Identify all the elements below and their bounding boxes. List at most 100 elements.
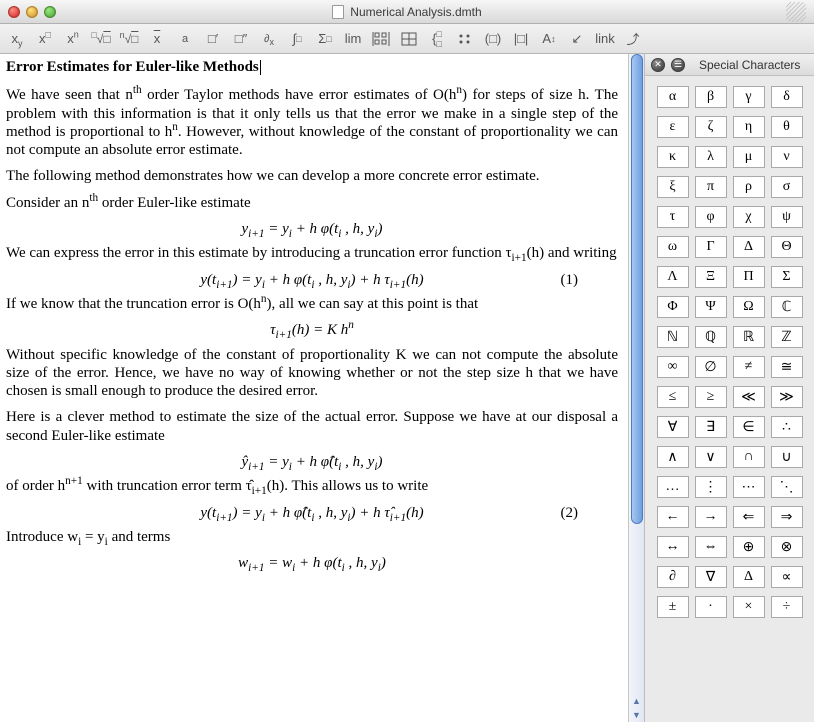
tool-matrix-icon[interactable] — [370, 29, 392, 49]
char-cell[interactable]: ∀ — [657, 416, 689, 438]
char-cell[interactable]: ± — [657, 596, 689, 618]
char-cell[interactable]: … — [657, 476, 689, 498]
char-cell[interactable]: κ — [657, 146, 689, 168]
tool-glyph2-icon[interactable]: ↙ — [566, 29, 588, 49]
char-cell[interactable]: ℕ — [657, 326, 689, 348]
close-window-button[interactable] — [8, 6, 20, 18]
char-cell[interactable]: ⇐ — [733, 506, 765, 528]
char-cell[interactable]: ∞ — [657, 356, 689, 378]
char-cell[interactable]: · — [695, 596, 727, 618]
char-cell[interactable]: ∪ — [771, 446, 803, 468]
char-cell[interactable]: × — [733, 596, 765, 618]
tool-partial-icon[interactable]: ∂x — [258, 29, 280, 49]
char-cell[interactable]: ≅ — [771, 356, 803, 378]
scroll-up-arrow-icon[interactable]: ▲ — [629, 694, 644, 708]
tool-cases2-icon[interactable] — [454, 29, 476, 49]
char-cell[interactable]: Φ — [657, 296, 689, 318]
char-cell[interactable]: ξ — [657, 176, 689, 198]
char-cell[interactable]: α — [657, 86, 689, 108]
char-cell[interactable]: ⊗ — [771, 536, 803, 558]
char-cell[interactable]: ∝ — [771, 566, 803, 588]
char-cell[interactable]: τ — [657, 206, 689, 228]
char-cell[interactable]: ⊕ — [733, 536, 765, 558]
tool-link[interactable]: link — [594, 29, 616, 49]
tool-root-n-icon[interactable]: n√□ — [118, 29, 140, 49]
char-cell[interactable]: π — [695, 176, 727, 198]
titlebar-pill[interactable] — [786, 2, 806, 22]
char-cell[interactable]: ∩ — [733, 446, 765, 468]
char-cell[interactable]: ℚ — [695, 326, 727, 348]
char-cell[interactable]: ⇔ — [695, 536, 727, 558]
char-cell[interactable]: ÷ — [771, 596, 803, 618]
tool-frac-icon[interactable]: a — [174, 29, 196, 49]
char-cell[interactable]: ⋱ — [771, 476, 803, 498]
char-cell[interactable]: ∴ — [771, 416, 803, 438]
scrollbar-thumb[interactable] — [631, 54, 643, 524]
char-cell[interactable]: ∂ — [657, 566, 689, 588]
char-cell[interactable]: ρ — [733, 176, 765, 198]
char-cell[interactable]: ω — [657, 236, 689, 258]
char-cell[interactable]: ≤ — [657, 386, 689, 408]
char-cell[interactable]: ⇒ — [771, 506, 803, 528]
zoom-window-button[interactable] — [44, 6, 56, 18]
char-cell[interactable]: ↔ — [657, 536, 689, 558]
minimize-window-button[interactable] — [26, 6, 38, 18]
char-cell[interactable]: ν — [771, 146, 803, 168]
char-cell[interactable]: ψ — [771, 206, 803, 228]
char-cell[interactable]: ≥ — [695, 386, 727, 408]
char-cell[interactable]: ∅ — [695, 356, 727, 378]
char-cell[interactable]: χ — [733, 206, 765, 228]
char-cell[interactable]: Γ — [695, 236, 727, 258]
char-cell[interactable]: Σ — [771, 266, 803, 288]
char-cell[interactable]: ⋮ — [695, 476, 727, 498]
vertical-scrollbar[interactable]: ▲ ▼ — [628, 54, 644, 722]
char-cell[interactable]: σ — [771, 176, 803, 198]
char-cell[interactable]: λ — [695, 146, 727, 168]
char-cell[interactable]: η — [733, 116, 765, 138]
char-cell[interactable]: γ — [733, 86, 765, 108]
char-cell[interactable]: ℂ — [771, 296, 803, 318]
char-cell[interactable]: Θ — [771, 236, 803, 258]
char-cell[interactable]: μ — [733, 146, 765, 168]
char-cell[interactable]: Λ — [657, 266, 689, 288]
scroll-down-arrow-icon[interactable]: ▼ — [629, 708, 644, 722]
char-cell[interactable]: ζ — [695, 116, 727, 138]
tool-sum-icon[interactable]: Σ□ — [314, 29, 336, 49]
char-cell[interactable]: ≪ — [733, 386, 765, 408]
char-cell[interactable]: δ — [771, 86, 803, 108]
tool-abs-icon[interactable]: |□| — [510, 29, 532, 49]
tool-glyph3-icon[interactable]: ⤴ — [622, 29, 644, 49]
tool-diff-dprime-icon[interactable]: □″ — [230, 29, 252, 49]
tool-limit-icon[interactable]: lim — [342, 29, 364, 49]
char-cell[interactable]: ⋯ — [733, 476, 765, 498]
char-cell[interactable]: Ξ — [695, 266, 727, 288]
tool-power-n-icon[interactable]: xn — [62, 29, 84, 49]
char-cell[interactable]: ε — [657, 116, 689, 138]
char-cell[interactable]: ∃ — [695, 416, 727, 438]
tool-diff-prime-icon[interactable]: □′ — [202, 29, 224, 49]
tool-fraction-icon[interactable]: xy — [6, 29, 28, 49]
tool-x-bar-icon[interactable]: x — [146, 29, 168, 49]
panel-menu-button[interactable]: ☰ — [671, 58, 685, 72]
tool-power-icon[interactable]: x□ — [34, 29, 56, 49]
char-cell[interactable]: Ω — [733, 296, 765, 318]
tool-integral-icon[interactable]: ∫□ — [286, 29, 308, 49]
char-cell[interactable]: Ψ — [695, 296, 727, 318]
char-cell[interactable]: ℝ — [733, 326, 765, 348]
char-cell[interactable]: ∧ — [657, 446, 689, 468]
char-cell[interactable]: → — [695, 506, 727, 528]
tool-grid-icon[interactable] — [398, 29, 420, 49]
char-cell[interactable]: ℤ — [771, 326, 803, 348]
tool-glyph1-icon[interactable]: A↕ — [538, 29, 560, 49]
char-cell[interactable]: φ — [695, 206, 727, 228]
char-cell[interactable]: β — [695, 86, 727, 108]
char-cell[interactable]: ≫ — [771, 386, 803, 408]
tool-cases-icon[interactable]: {□□ — [426, 29, 448, 49]
char-cell[interactable]: ∇ — [695, 566, 727, 588]
tool-sqrt-icon[interactable]: □√□ — [90, 29, 112, 49]
char-cell[interactable]: ≠ — [733, 356, 765, 378]
char-cell[interactable]: Δ — [733, 566, 765, 588]
panel-close-button[interactable]: ✕ — [651, 58, 665, 72]
tool-paren-icon[interactable]: (□) — [482, 29, 504, 49]
char-cell[interactable]: Δ — [733, 236, 765, 258]
